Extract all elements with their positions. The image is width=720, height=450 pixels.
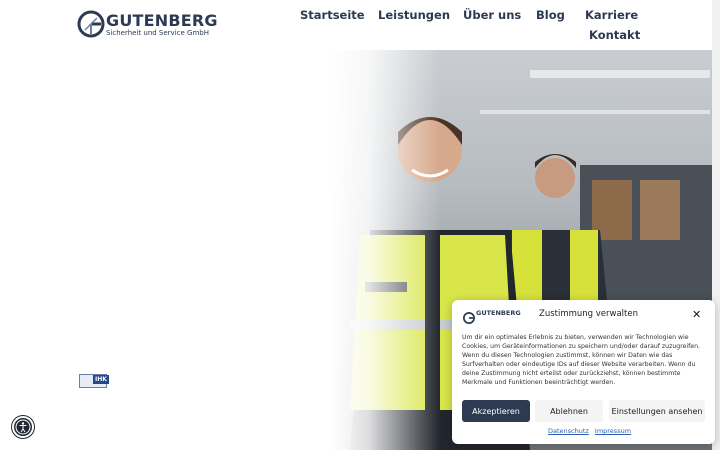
nav-ueber-uns[interactable]: Über uns [463,8,521,22]
dialog-body-text: Um dir ein optimales Erlebnis zu bieten,… [462,334,700,386]
brand-logo[interactable]: GUTENBERG Sicherheit und Service GmbH [77,10,218,40]
dialog-brand-name: GUTENBERG [476,309,521,317]
dialog-logo: GUTENBERG [463,309,521,324]
nav-startseite[interactable]: Startseite [300,8,365,22]
dialog-links: Datenschutz Impressum [548,427,635,435]
close-icon[interactable]: ✕ [692,308,701,321]
accept-button[interactable]: Akzeptieren [462,400,530,422]
nav-karriere[interactable]: Karriere [585,8,638,22]
logo-g-icon [77,10,105,38]
preferences-button[interactable]: Einstellungen ansehen [609,400,705,422]
dialog-title: Zustimmung verwalten [539,309,638,319]
brand-name: GUTENBERG [106,11,218,30]
imprint-link[interactable]: Impressum [595,427,631,435]
accessibility-button[interactable] [12,416,34,438]
brand-tagline: Sicherheit und Service GmbH [106,29,209,37]
privacy-link[interactable]: Datenschutz [548,427,589,435]
nav-blog[interactable]: Blog [536,8,565,22]
site-header: GUTENBERG Sicherheit und Service GmbH St… [0,0,712,50]
accessibility-icon [15,419,31,435]
nav-kontakt[interactable]: Kontakt [589,28,640,42]
ihk-label: IHK [93,375,109,384]
nav-leistungen[interactable]: Leistungen [378,8,450,22]
cookie-consent-dialog: GUTENBERG Zustimmung verwalten ✕ Um dir … [452,300,715,444]
ihk-certification-badge: IHK [79,374,141,388]
logo-g-icon [463,312,475,324]
deny-button[interactable]: Ablehnen [535,400,603,422]
